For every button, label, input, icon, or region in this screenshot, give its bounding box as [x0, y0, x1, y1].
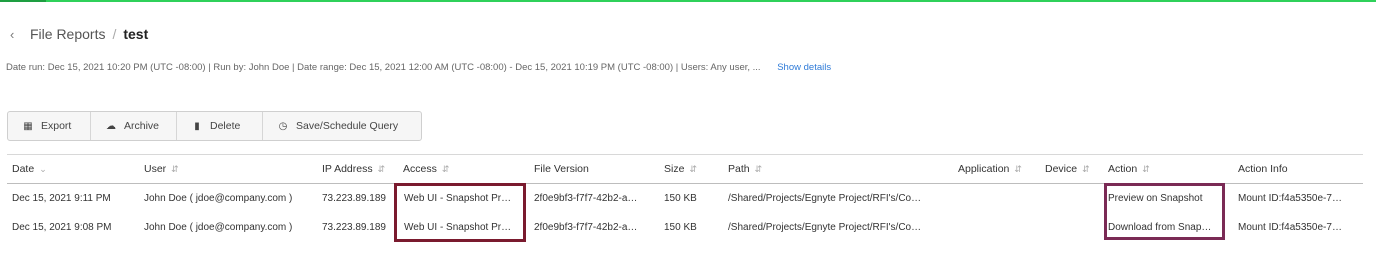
chevron-left-icon[interactable]: ‹ — [10, 27, 24, 42]
delete-button[interactable]: ▮ Delete — [177, 112, 263, 140]
breadcrumb: ‹ File Reports / test — [10, 24, 148, 44]
show-details-link[interactable]: Show details — [777, 62, 831, 73]
export-button[interactable]: ▦ Export — [8, 112, 91, 140]
column-header-date[interactable]: Date ⌄ — [12, 163, 47, 175]
report-meta: Date run: Dec 15, 2021 10:20 PM (UTC -08… — [6, 62, 831, 73]
export-icon: ▦ — [23, 120, 33, 132]
clock-icon: ◷ — [278, 120, 288, 132]
report-meta-text: Date run: Dec 15, 2021 10:20 PM (UTC -08… — [6, 62, 761, 73]
column-header-access-label: Access — [403, 163, 437, 175]
column-header-ip[interactable]: IP Address ⇵ — [322, 163, 385, 175]
cell-size: 150 KB — [664, 193, 697, 204]
save-schedule-query-button[interactable]: ◷ Save/Schedule Query — [263, 112, 421, 140]
cell-path: /Shared/Projects/Egnyte Project/RFI's/Co… — [728, 222, 922, 233]
sort-icon: ⇵ — [377, 164, 386, 174]
sort-icon: ⇵ — [1082, 164, 1090, 174]
trash-icon: ▮ — [194, 120, 200, 132]
column-header-action-label: Action — [1108, 163, 1138, 175]
column-header-device[interactable]: Device ⇵ — [1045, 163, 1090, 175]
column-header-user[interactable]: User ⇵ — [144, 163, 179, 175]
top-accent-segment — [0, 0, 46, 2]
toolbar: ▦ Export ☁ Archive ▮ Delete ◷ Save/Sched… — [7, 111, 422, 141]
cell-date: Dec 15, 2021 9:08 PM — [12, 222, 112, 233]
column-header-action-info-label: Action Info — [1238, 163, 1288, 175]
sort-icon: ⇵ — [441, 164, 450, 174]
sort-icon: ⇵ — [689, 164, 697, 174]
top-accent-line — [0, 0, 1376, 2]
archive-button[interactable]: ☁ Archive — [91, 112, 177, 140]
cell-ip: 73.223.89.189 — [322, 222, 386, 233]
column-header-action-info[interactable]: Action Info — [1238, 163, 1288, 175]
breadcrumb-parent[interactable]: File Reports — [30, 26, 105, 42]
table-header: Date ⌄ User ⇵ IP Address ⇵ Access ⇵ File Ver… — [7, 154, 1363, 184]
cloud-icon: ☁ — [106, 120, 116, 132]
cell-action-info: Mount ID:f4a5350e-7… — [1238, 193, 1342, 204]
column-header-application[interactable]: Application ⇵ — [958, 163, 1022, 175]
delete-label: Delete — [210, 120, 241, 132]
column-header-access[interactable]: Access ⇵ — [403, 163, 449, 175]
cell-path: /Shared/Projects/Egnyte Project/RFI's/Co… — [728, 193, 922, 204]
column-header-file-version[interactable]: File Version — [534, 163, 589, 175]
column-header-path-label: Path — [728, 163, 750, 175]
sort-icon: ⇵ — [754, 164, 763, 174]
column-header-device-label: Device — [1045, 163, 1078, 175]
column-header-ip-label: IP Address — [322, 163, 373, 175]
column-header-date-label: Date — [12, 163, 35, 175]
breadcrumb-separator: / — [112, 26, 117, 42]
column-header-user-label: User — [144, 163, 167, 175]
cell-size: 150 KB — [664, 222, 697, 233]
cell-user: John Doe ( jdoe@company.com ) — [144, 222, 293, 233]
sort-icon: ⇵ — [1142, 164, 1150, 174]
cell-action-info: Mount ID:f4a5350e-7… — [1238, 222, 1342, 233]
cell-ip: 73.223.89.189 — [322, 193, 386, 204]
breadcrumb-current: test — [123, 26, 149, 42]
archive-label: Archive — [124, 120, 160, 132]
action-highlight-box — [1104, 183, 1225, 240]
cell-user: John Doe ( jdoe@company.com ) — [144, 193, 293, 204]
column-header-size-label: Size — [664, 163, 685, 175]
column-header-path[interactable]: Path ⇵ — [728, 163, 762, 175]
access-highlight-box — [394, 183, 526, 242]
save-schedule-label: Save/Schedule Query — [296, 120, 399, 132]
column-header-size[interactable]: Size ⇵ — [664, 163, 697, 175]
chevron-down-icon: ⌄ — [39, 164, 47, 174]
column-header-application-label: Application — [958, 163, 1010, 175]
cell-file-version: 2f0e9bf3-f7f7-42b2-a… — [534, 193, 638, 204]
sort-icon: ⇵ — [171, 164, 179, 174]
sort-icon: ⇵ — [1014, 164, 1022, 174]
column-header-action[interactable]: Action ⇵ — [1108, 163, 1150, 175]
cell-date: Dec 15, 2021 9:11 PM — [12, 193, 111, 204]
cell-file-version: 2f0e9bf3-f7f7-42b2-a… — [534, 222, 638, 233]
column-header-file-version-label: File Version — [534, 163, 589, 175]
export-label: Export — [41, 120, 72, 132]
